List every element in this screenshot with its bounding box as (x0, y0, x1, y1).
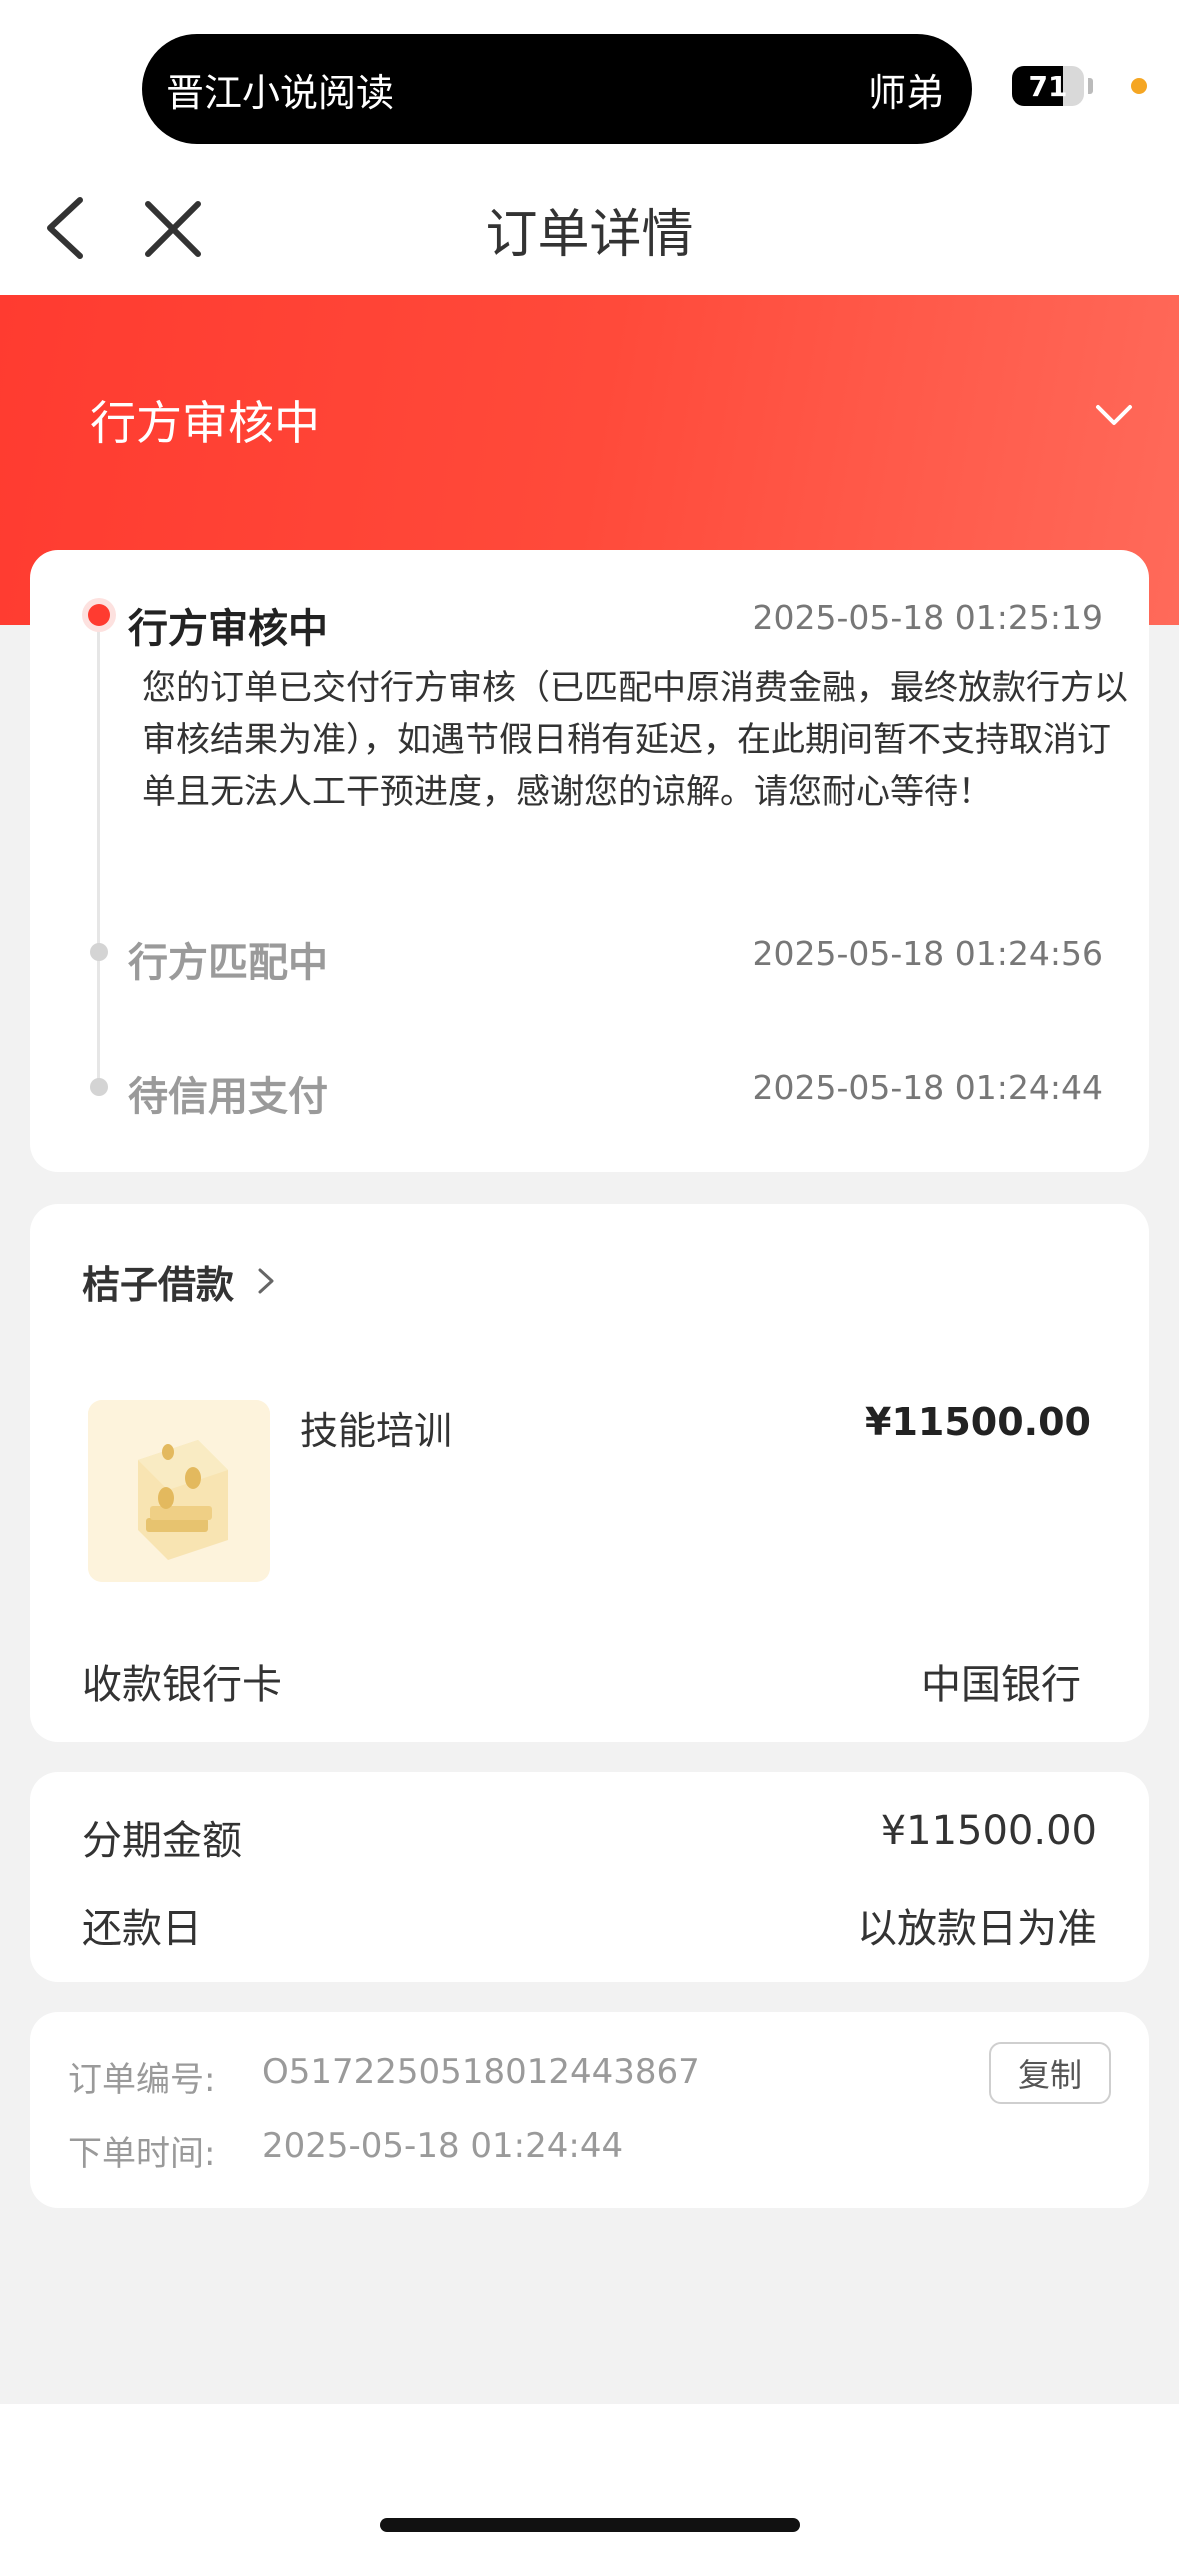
order-number-label: 订单编号: (68, 2060, 216, 2100)
chevron-down-icon[interactable] (1094, 395, 1134, 435)
privacy-indicator-dot (1131, 78, 1147, 94)
timeline-step-time: 2025-05-18 01:24:44 (752, 1068, 1103, 1107)
timeline-step-time: 2025-05-18 01:24:56 (752, 934, 1103, 973)
installment-amount-value: ¥11500.00 (880, 1808, 1097, 1854)
island-user-name: 师弟 (867, 70, 944, 115)
product-price: ¥11500.00 (865, 1400, 1091, 1444)
timeline-current-description: 您的订单已交付行方审核（已匹配中原消费金融，最终放款行方以审核结果为准），如遇节… (142, 668, 1128, 812)
chevron-right-icon[interactable] (252, 1266, 278, 1296)
order-info-card: 订单编号: O5172250518012443867 复制 下单时间: 2025… (30, 2012, 1149, 2208)
battery-level: 71 (1028, 69, 1068, 103)
timeline-dot (90, 1078, 108, 1096)
order-time-value: 2025-05-18 01:24:44 (262, 2126, 624, 2166)
timeline-line (97, 620, 100, 1080)
merchant-name[interactable]: 桔子借款 (82, 1254, 234, 1309)
battery-icon: 71 (1012, 66, 1084, 106)
repayment-day-value: 以放款日为准 (857, 1906, 1097, 1952)
timeline-step-title: 待信用支付 (128, 1074, 328, 1120)
battery-cap (1088, 78, 1093, 94)
top-bar: 晋江小说阅读 师弟 71 订单详情 (0, 0, 1179, 295)
bank-card-value: 中国银行 (921, 1662, 1081, 1708)
order-time-label: 下单时间: (68, 2134, 216, 2174)
installment-amount-label: 分期金额 (82, 1818, 242, 1864)
timeline-current-time: 2025-05-18 01:25:19 (752, 598, 1103, 637)
banner-status: 行方审核中 (90, 396, 320, 450)
bottom-area (0, 2404, 1179, 2556)
product-name: 技能培训 (300, 1409, 453, 1453)
dynamic-island: 晋江小说阅读 师弟 (142, 34, 972, 144)
island-app-name: 晋江小说阅读 (166, 70, 395, 115)
order-number-value: O5172250518012443867 (262, 2052, 700, 2092)
product-card: 桔子借款 技能培训 ¥11500.00 收款银行卡 中国银行 (30, 1204, 1149, 1742)
copy-button[interactable]: 复制 (989, 2042, 1111, 2104)
timeline-dot-active (82, 598, 116, 632)
bank-card-label: 收款银行卡 (82, 1662, 282, 1708)
home-indicator[interactable] (380, 2518, 800, 2532)
repayment-day-label: 还款日 (82, 1906, 202, 1952)
product-thumbnail (88, 1400, 270, 1582)
timeline-dot (90, 943, 108, 961)
timeline-card: 行方审核中 2025-05-18 01:25:19 您的订单已交付行方审核（已匹… (30, 550, 1149, 1172)
timeline-current-title: 行方审核中 (128, 606, 328, 652)
page-title: 订单详情 (485, 205, 694, 265)
installment-card: 分期金额 ¥11500.00 还款日 以放款日为准 (30, 1772, 1149, 1982)
timeline-step-title: 行方匹配中 (128, 940, 328, 986)
